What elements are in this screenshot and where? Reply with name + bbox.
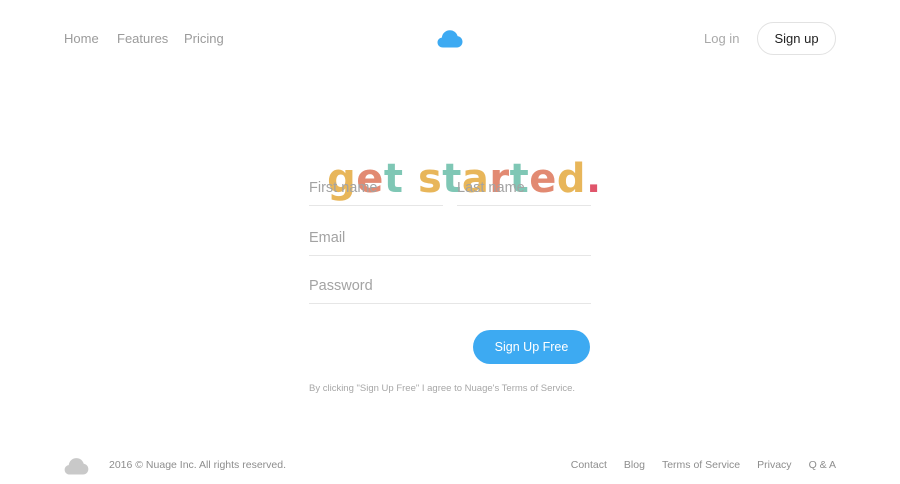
page-title: get started. [0, 95, 900, 207]
footer-links: Contact Blog Terms of Service Privacy Q … [571, 459, 836, 471]
copyright-text: 2016 © Nuage Inc. All rights reserved. [109, 459, 286, 471]
logo-cloud-shape [437, 30, 463, 48]
footer-link-qa[interactable]: Q & A [809, 459, 836, 471]
cloud-icon[interactable] [437, 29, 463, 48]
nav-home[interactable]: Home [64, 31, 99, 46]
nav-pricing[interactable]: Pricing [184, 31, 224, 46]
password-input[interactable] [309, 268, 591, 304]
footer-link-privacy[interactable]: Privacy [757, 459, 791, 471]
email-input[interactable] [309, 220, 591, 256]
footer-link-contact[interactable]: Contact [571, 459, 607, 471]
login-link[interactable]: Log in [704, 31, 739, 46]
footer-cloud-icon [64, 458, 89, 475]
footer-cloud-shape [64, 458, 89, 475]
footer-link-blog[interactable]: Blog [624, 459, 645, 471]
first-name-input[interactable] [309, 170, 443, 206]
footer-link-terms[interactable]: Terms of Service [662, 459, 740, 471]
terms-notice: By clicking "Sign Up Free" I agree to Nu… [309, 383, 576, 394]
last-name-input[interactable] [457, 170, 591, 206]
sign-up-free-button[interactable]: Sign Up Free [473, 330, 590, 364]
signup-button[interactable]: Sign up [757, 22, 836, 55]
nav-features[interactable]: Features [117, 31, 168, 46]
